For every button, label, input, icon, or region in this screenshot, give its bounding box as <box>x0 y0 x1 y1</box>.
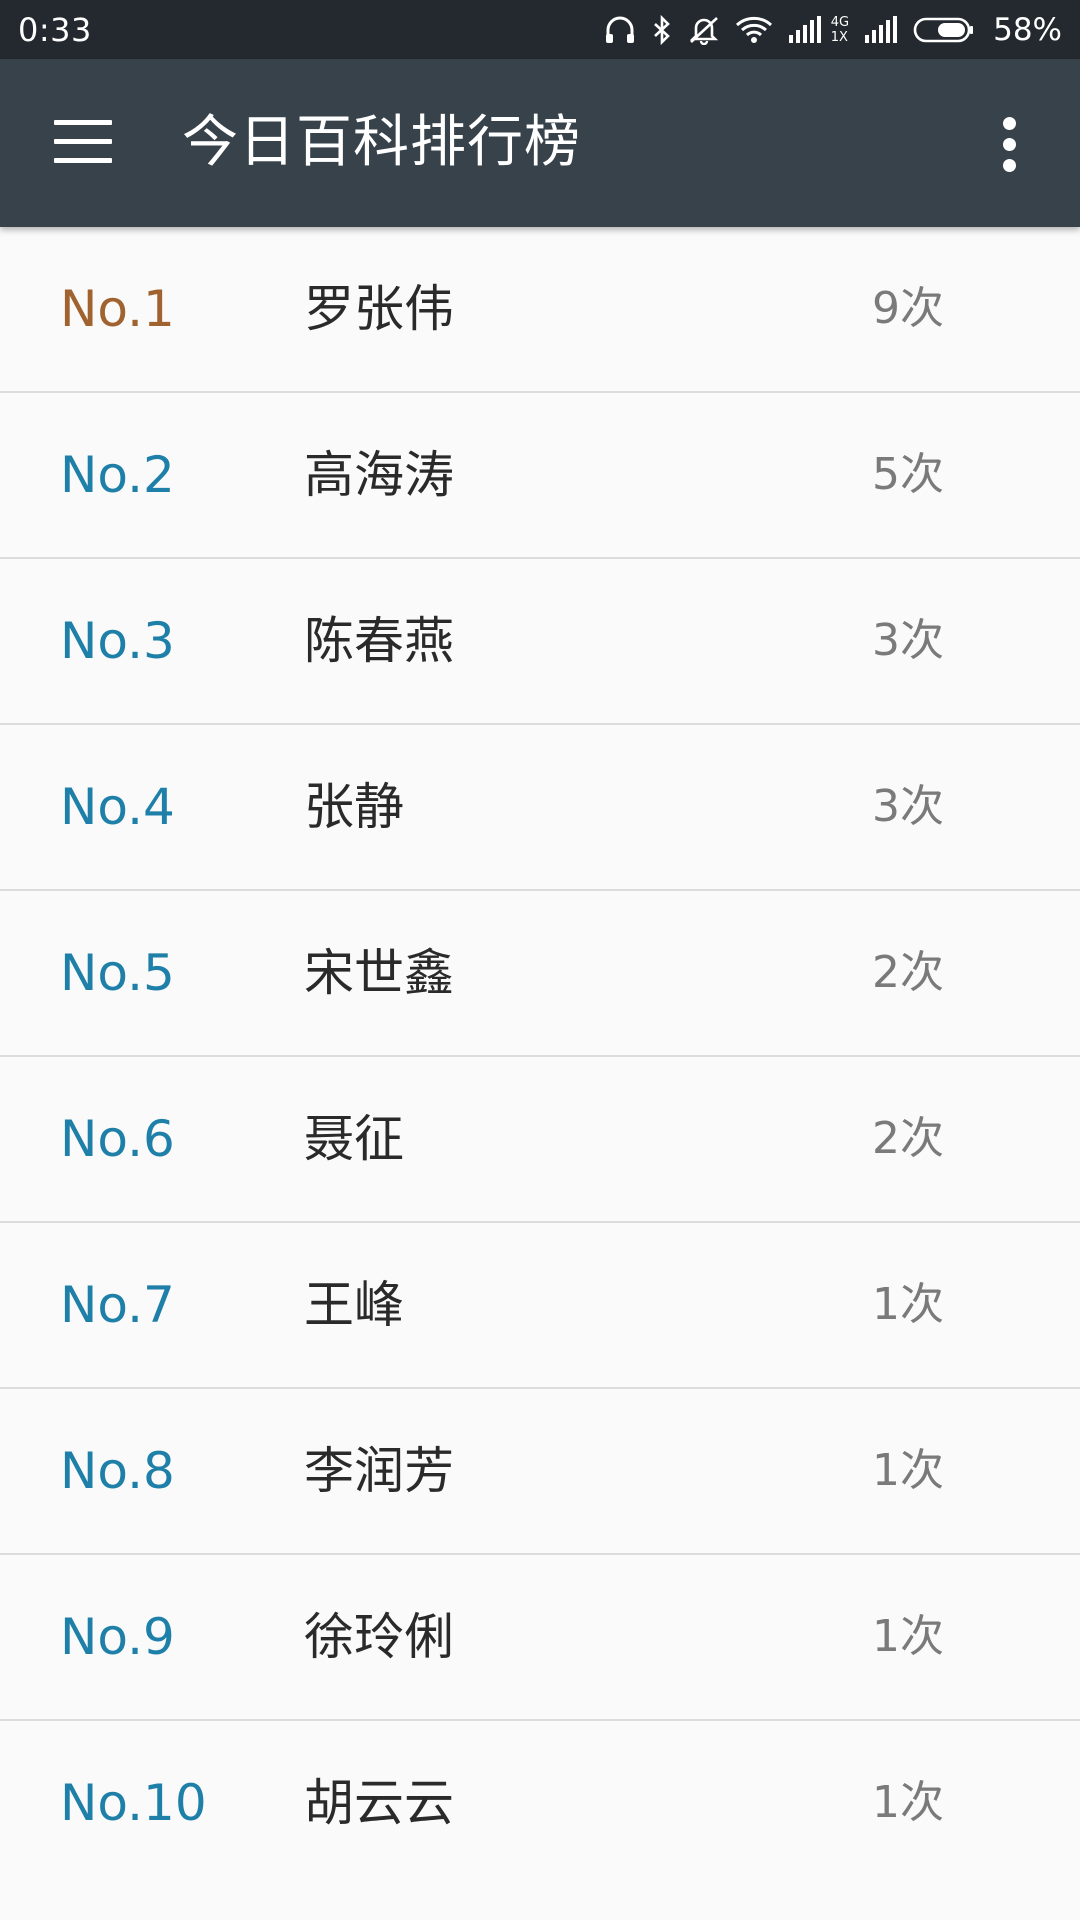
rank-count: 3次 <box>872 615 944 666</box>
rank-number: No.3 <box>60 612 175 670</box>
rank-count: 5次 <box>872 449 944 500</box>
network-type-bottom: 1X <box>830 29 848 45</box>
signal-icon <box>787 15 823 45</box>
list-item[interactable]: No.8 李润芳 1次 <box>0 1389 1080 1555</box>
rank-number: No.1 <box>60 280 175 338</box>
bluetooth-icon <box>651 14 673 45</box>
rank-number: No.10 <box>60 1774 207 1832</box>
hamburger-menu-icon[interactable] <box>54 120 112 164</box>
ranking-list: No.1 罗张伟 9次 No.2 高海涛 5次 No.3 陈春燕 3次 No.4… <box>0 227 1080 1887</box>
network-type: 4G 1X <box>831 15 849 45</box>
list-item[interactable]: No.1 罗张伟 9次 <box>0 227 1080 393</box>
status-time: 0:33 <box>18 10 92 49</box>
battery-icon <box>913 15 975 45</box>
rank-number: No.7 <box>60 1276 175 1334</box>
rank-count: 9次 <box>872 283 944 334</box>
rank-name: 陈春燕 <box>304 612 454 670</box>
status-icons: 4G 1X 58% <box>603 12 1062 48</box>
page-title: 今日百科排行榜 <box>182 110 581 175</box>
list-item[interactable]: No.5 宋世鑫 2次 <box>0 891 1080 1057</box>
wifi-icon <box>735 15 773 45</box>
rank-number: No.6 <box>60 1110 175 1168</box>
mute-icon <box>687 15 721 45</box>
rank-count: 2次 <box>872 947 944 998</box>
rank-count: 2次 <box>872 1113 944 1164</box>
rank-count: 3次 <box>872 781 944 832</box>
rank-name: 张静 <box>304 778 404 836</box>
more-vert-icon[interactable] <box>996 117 1032 173</box>
network-type-top: 4G <box>830 14 850 30</box>
headset-icon <box>603 15 637 45</box>
list-item[interactable]: No.9 徐玲俐 1次 <box>0 1555 1080 1721</box>
rank-name: 高海涛 <box>304 446 454 504</box>
rank-number: No.8 <box>60 1442 175 1500</box>
list-item[interactable]: No.6 聂征 2次 <box>0 1057 1080 1223</box>
rank-name: 聂征 <box>304 1110 404 1168</box>
rank-count: 1次 <box>872 1445 944 1496</box>
rank-name: 宋世鑫 <box>304 944 454 1002</box>
rank-count: 1次 <box>872 1611 944 1662</box>
rank-number: No.5 <box>60 944 175 1002</box>
signal-icon <box>863 15 899 45</box>
rank-number: No.4 <box>60 778 175 836</box>
rank-name: 罗张伟 <box>304 280 454 338</box>
rank-name: 李润芳 <box>304 1442 454 1500</box>
list-item[interactable]: No.2 高海涛 5次 <box>0 393 1080 559</box>
app-toolbar: 今日百科排行榜 <box>0 59 1080 227</box>
rank-number: No.9 <box>60 1608 175 1666</box>
rank-name: 徐玲俐 <box>304 1608 454 1666</box>
rank-count: 1次 <box>872 1777 944 1828</box>
list-item[interactable]: No.4 张静 3次 <box>0 725 1080 891</box>
status-bar: 0:33 4G 1X 58% <box>0 0 1080 59</box>
battery-percent: 58% <box>993 11 1062 48</box>
rank-count: 1次 <box>872 1279 944 1330</box>
rank-number: No.2 <box>60 446 175 504</box>
list-item[interactable]: No.10 胡云云 1次 <box>0 1721 1080 1887</box>
list-item[interactable]: No.7 王峰 1次 <box>0 1223 1080 1389</box>
rank-name: 王峰 <box>304 1276 404 1334</box>
list-item[interactable]: No.3 陈春燕 3次 <box>0 559 1080 725</box>
rank-name: 胡云云 <box>304 1774 454 1832</box>
